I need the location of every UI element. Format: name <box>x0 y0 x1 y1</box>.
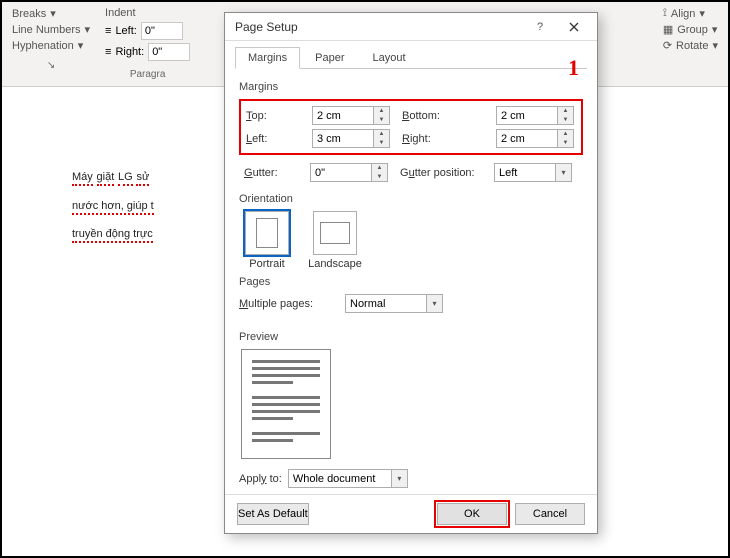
margins-highlight: Top: ▲▼ Bottom: ▲▼ Left: ▲▼ Right: ▲▼ <box>239 99 583 155</box>
orientation-landscape[interactable]: Landscape <box>307 211 363 270</box>
set-default-button[interactable]: Set As Default <box>237 503 309 525</box>
tab-layout[interactable]: Layout <box>359 47 418 69</box>
indent-right-icon: ≡ <box>105 46 111 58</box>
gutter-label: Gutter: <box>244 167 306 179</box>
multiple-pages-input[interactable] <box>345 294 427 313</box>
preview-title: Preview <box>239 331 583 343</box>
apply-to-select[interactable]: ▾ <box>288 469 408 488</box>
ribbon-col-breaks: Breaks ▾ Line Numbers ▾ Hyphenation ▾ ↘ <box>12 7 90 86</box>
gutterpos-label: Gutter position: <box>400 167 490 179</box>
gutter-spinner[interactable]: ▲▼ <box>310 163 396 182</box>
dialog-tabs: Margins Paper Layout <box>225 41 597 69</box>
gutterpos-select[interactable]: ▾ <box>494 163 580 182</box>
ok-button[interactable]: OK <box>437 503 507 525</box>
margins-section: Margins Top: ▲▼ Bottom: ▲▼ Left: ▲▼ Righ… <box>225 69 597 494</box>
left-label: Left: <box>246 133 308 145</box>
tab-paper[interactable]: Paper <box>302 47 357 69</box>
gutterpos-input[interactable] <box>494 163 556 182</box>
margins-title: Margins <box>239 81 583 93</box>
right-label: Right: <box>402 133 492 145</box>
chevron-down-icon: ▾ <box>392 469 408 488</box>
ribbon-right: ⟟ Align ▾ ▦ Group ▾ ⟳ Rotate ▾ <box>663 7 718 86</box>
indent-right[interactable]: ≡ Right: <box>105 43 190 61</box>
multiple-pages-row: Multiple pages: ▾ <box>239 294 583 313</box>
line-numbers-item[interactable]: Line Numbers ▾ <box>12 23 90 36</box>
dialog-title: Page Setup <box>235 20 523 34</box>
help-button[interactable]: ? <box>523 15 557 39</box>
close-icon <box>569 22 579 32</box>
orientation-group: Portrait Landscape <box>239 211 583 270</box>
bottom-spinner[interactable]: ▲▼ <box>496 106 582 125</box>
top-label: Top: <box>246 110 308 122</box>
paragraph-group-label: Paragra <box>105 69 190 80</box>
chevron-down-icon: ▾ <box>427 294 443 313</box>
indent-left-icon: ≡ <box>105 25 111 37</box>
ribbon-col-indent: Indent ≡ Left: ≡ Right: Paragra <box>105 7 190 86</box>
orientation-title: Orientation <box>239 193 583 205</box>
multiple-pages-label: Multiple pages: <box>239 298 335 310</box>
right-spinner[interactable]: ▲▼ <box>496 129 582 148</box>
hyphenation-item[interactable]: Hyphenation ▾ <box>12 39 90 52</box>
rotate-item[interactable]: ⟳ Rotate ▾ <box>663 39 718 52</box>
dialog-footer: Set As Default OK Cancel <box>225 494 597 533</box>
apply-to-row: Apply to: ▾ <box>239 469 583 488</box>
bottom-label: Bottom: <box>402 110 492 122</box>
cancel-button[interactable]: Cancel <box>515 503 585 525</box>
indent-left[interactable]: ≡ Left: <box>105 22 190 40</box>
tab-margins[interactable]: Margins <box>235 47 300 69</box>
chevron-down-icon: ▾ <box>556 163 572 182</box>
apply-to-input[interactable] <box>288 469 392 488</box>
close-button[interactable] <box>557 15 591 39</box>
orientation-portrait[interactable]: Portrait <box>239 211 295 270</box>
left-input[interactable] <box>312 129 374 148</box>
top-input[interactable] <box>312 106 374 125</box>
left-spinner[interactable]: ▲▼ <box>312 129 398 148</box>
indent-left-input[interactable] <box>141 22 183 40</box>
apply-to-label: Apply to: <box>239 473 282 485</box>
dialog-titlebar[interactable]: Page Setup ? <box>225 13 597 41</box>
callout-1: 1 <box>568 55 579 81</box>
indent-right-input[interactable] <box>148 43 190 61</box>
landscape-icon <box>313 211 357 255</box>
breaks-item[interactable]: Breaks ▾ <box>12 7 90 20</box>
portrait-icon <box>245 211 289 255</box>
gutter-input[interactable] <box>310 163 372 182</box>
bottom-input[interactable] <box>496 106 558 125</box>
group-item[interactable]: ▦ Group ▾ <box>663 23 718 36</box>
indent-title: Indent <box>105 7 190 19</box>
page-setup-dialog: Page Setup ? Margins Paper Layout 1 Marg… <box>224 12 598 534</box>
ribbon-group-label: ↘ <box>12 60 90 71</box>
right-input[interactable] <box>496 129 558 148</box>
pages-title: Pages <box>239 276 583 288</box>
multiple-pages-select[interactable]: ▾ <box>345 294 443 313</box>
align-item[interactable]: ⟟ Align ▾ <box>663 7 718 20</box>
top-spinner[interactable]: ▲▼ <box>312 106 398 125</box>
preview-panel <box>241 349 331 459</box>
